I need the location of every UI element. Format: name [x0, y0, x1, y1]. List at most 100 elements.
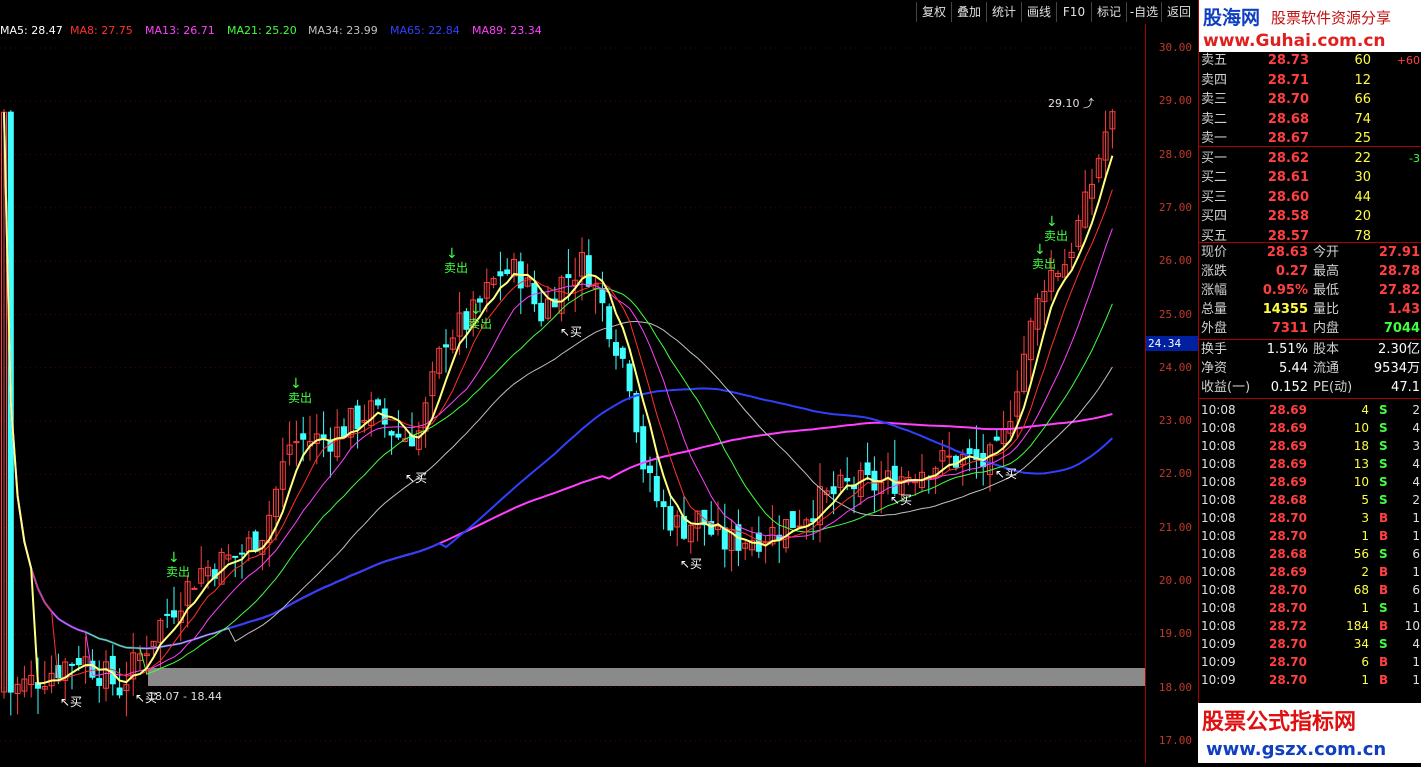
level-volume: 74: [1354, 111, 1371, 127]
toolbar-button-overlay[interactable]: 叠加: [951, 2, 986, 22]
sell-signal: 卖出: [166, 565, 190, 579]
tick-price: 28.72: [1269, 619, 1307, 633]
tick-row[interactable]: 10:08 28.69 13 S 4: [1199, 455, 1421, 473]
tick-row[interactable]: 10:09 28.70 1 B 1: [1199, 671, 1421, 689]
toolbar-button-mark[interactable]: 标记: [1091, 2, 1126, 22]
tick-row[interactable]: 10:09 28.70 6 B 1: [1199, 653, 1421, 671]
sell-signal: 卖出: [288, 391, 312, 405]
tick-count: 1: [1412, 565, 1420, 579]
tick-count: 6: [1412, 547, 1420, 561]
sell-signal: 卖出: [1032, 257, 1056, 271]
toolbar-button-watchlist[interactable]: -自选: [1126, 2, 1161, 22]
ask-row[interactable]: 卖五 28.73 60 +60: [1199, 52, 1421, 70]
tick-row[interactable]: 10:08 28.70 3 B 1: [1199, 509, 1421, 527]
candle-body: [293, 441, 300, 444]
fundamental-row: 净资 5.44 流通 9534万: [1199, 360, 1421, 378]
ma21-label: MA21: 25.20: [227, 24, 297, 37]
bid-row[interactable]: 买一 28.62 22 -3: [1199, 150, 1421, 168]
tick-row[interactable]: 10:08 28.72 184 B 10: [1199, 617, 1421, 635]
tick-row[interactable]: 10:08 28.69 10 S 4: [1199, 419, 1421, 437]
price-tick: 17.00: [1158, 733, 1192, 747]
bid-row[interactable]: 买二 28.61 30: [1199, 169, 1421, 187]
divider: [1199, 398, 1421, 399]
toolbar-button-back[interactable]: 返回: [1161, 2, 1196, 22]
ma-legend: MA5: 28.47 MA8: 27.75 MA13: 26.71 MA21: …: [0, 24, 1145, 40]
tick-side: S: [1379, 547, 1388, 561]
level-price: 28.62: [1267, 150, 1309, 166]
tick-row[interactable]: 10:09 28.70 34 S 4: [1199, 635, 1421, 653]
sell-arrow-icon: ↓: [168, 550, 180, 566]
buy-signal: ↖买: [560, 325, 582, 339]
buy-signal: ↖买: [405, 471, 427, 485]
candle-body: [164, 613, 171, 616]
candle-body: [891, 465, 898, 494]
tick-volume: 184: [1346, 619, 1369, 633]
quote-label: 量比: [1313, 302, 1340, 317]
toolbar-button-f10[interactable]: F10: [1056, 2, 1091, 22]
tick-time: 10:08: [1201, 583, 1236, 597]
level-price: 28.58: [1267, 209, 1309, 224]
candle-body: [75, 657, 82, 666]
candle-body: [395, 433, 402, 438]
tick-side: S: [1379, 421, 1388, 435]
logo-slogan: 股票软件资源分享: [1271, 9, 1391, 27]
tick-price: 28.70: [1269, 511, 1307, 525]
bid-row[interactable]: 买三 28.60 44: [1199, 189, 1421, 207]
tick-row[interactable]: 10:08 28.68 5 S 2: [1199, 491, 1421, 509]
toolbar-button-restore-rights[interactable]: 复权: [916, 2, 951, 22]
fund-label: 收益(一): [1201, 380, 1251, 395]
tick-row[interactable]: 10:08 28.68 56 S 6: [1199, 545, 1421, 563]
tick-row[interactable]: 10:08 28.69 10 S 4: [1199, 473, 1421, 491]
price-tick: 26.00: [1158, 254, 1192, 268]
ask-row[interactable]: 卖二 28.68 74: [1199, 111, 1421, 129]
quote-panel: 股海网 股票软件资源分享 www.Guhai.com.cn 卖五 28.73 60 +…: [1198, 0, 1421, 763]
tick-count: 6: [1412, 583, 1420, 597]
guhai-logo-art: 股海网 股票软件资源分享 www.Guhai.com.cn: [1203, 6, 1391, 51]
level-volume: 20: [1354, 209, 1371, 224]
tick-count: 1: [1412, 511, 1420, 525]
toolbar-button-draw[interactable]: 画线: [1021, 2, 1056, 22]
divider: [1199, 339, 1421, 340]
tick-side: S: [1379, 403, 1388, 417]
level-price: 28.71: [1267, 72, 1309, 88]
quote-label: 涨幅: [1201, 283, 1228, 298]
tick-row[interactable]: 10:08 28.70 1 S 1: [1199, 599, 1421, 617]
level-volume: 12: [1354, 72, 1371, 88]
price-tick: 21.00: [1158, 520, 1192, 534]
price-tick: 19.00: [1158, 627, 1192, 641]
tick-row[interactable]: 10:08 28.69 2 B 1: [1199, 563, 1421, 581]
sell-arrow-icon: ↓: [290, 376, 302, 392]
quote-row: 总量 14355 量比 1.43: [1199, 301, 1421, 319]
tick-side: B: [1379, 529, 1389, 543]
tick-count: 10: [1404, 619, 1420, 633]
ask-row[interactable]: 卖三 28.70 66: [1199, 91, 1421, 109]
tick-volume: 1: [1361, 673, 1369, 687]
quote-label: 涨跌: [1201, 264, 1228, 279]
candle-body: [613, 342, 619, 356]
candle-body: [721, 527, 728, 550]
price-tick: 23.00: [1158, 414, 1192, 428]
tick-count: 1: [1412, 655, 1420, 669]
tick-side: B: [1379, 565, 1389, 579]
candle-body: [375, 399, 381, 406]
ma8-line: [3, 112, 1113, 683]
level-volume: 44: [1354, 189, 1371, 205]
candle-body: [388, 431, 395, 436]
bid-row[interactable]: 买四 28.58 20: [1199, 208, 1421, 226]
toolbar-button-statistics[interactable]: 统计: [986, 2, 1021, 22]
tick-row[interactable]: 10:08 28.69 4 S 2: [1199, 401, 1421, 419]
tick-row[interactable]: 10:08 28.70 1 B 1: [1199, 527, 1421, 545]
tick-price: 28.68: [1269, 547, 1307, 561]
tick-row[interactable]: 10:08 28.70 68 B 6: [1199, 581, 1421, 599]
tick-time: 10:09: [1201, 655, 1236, 669]
candle-body: [300, 433, 307, 440]
tick-volume: 56: [1353, 547, 1369, 561]
tick-count: 1: [1412, 529, 1420, 543]
ask-row[interactable]: 卖四 28.71 12: [1199, 72, 1421, 90]
tick-side: B: [1379, 655, 1389, 669]
candlestick-chart[interactable]: ↓卖出↓卖出↓卖出↓卖出↓卖出↓卖出↖买 ↖买↖买↖买↖买↖买↖买29.10 ⤴1…: [0, 40, 1145, 763]
tick-row[interactable]: 10:08 28.69 18 S 3: [1199, 437, 1421, 455]
candle-body: [565, 274, 572, 279]
tick-side: B: [1379, 583, 1389, 597]
tick-time: 10:08: [1201, 439, 1236, 453]
